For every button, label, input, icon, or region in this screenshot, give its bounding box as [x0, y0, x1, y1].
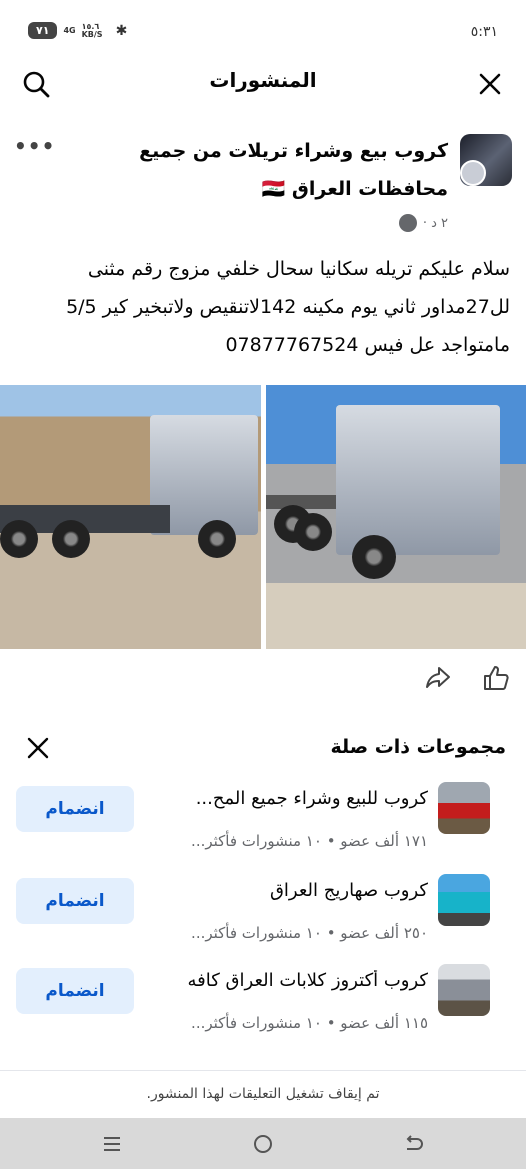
- truck-photo-right[interactable]: [265, 385, 526, 649]
- page-title: المنشورات: [209, 68, 317, 92]
- group-meta: ١١٥ ألف عضو • ١٠ منشورات فأكثر...: [191, 1014, 428, 1032]
- scroll-fade: [0, 1052, 526, 1070]
- group-avatar[interactable]: [438, 964, 490, 1016]
- share-icon[interactable]: [420, 660, 456, 696]
- list-item[interactable]: كروب صهاريج العراق ٢٥٠ ألف عضو • ١٠ منشو…: [0, 874, 526, 952]
- like-icon[interactable]: [478, 660, 514, 696]
- join-button[interactable]: انضمام: [16, 786, 134, 832]
- bluetooth-icon: ✱: [115, 22, 128, 39]
- back-icon[interactable]: [394, 1126, 434, 1162]
- network-type: 4G: [63, 25, 76, 35]
- group-meta: ١٧١ ألف عضو • ١٠ منشورات فأكثر...: [191, 832, 428, 850]
- status-bar: ٧١ 4G ١٥.٦ KB/S ✱ ٥:٣١: [0, 0, 526, 66]
- post-text: سلام عليكم تريله سكانيا سحال خلفي مزوج ر…: [66, 258, 510, 356]
- battery-indicator: ٧١: [28, 22, 58, 39]
- more-options-icon[interactable]: •••: [14, 134, 55, 158]
- close-icon[interactable]: [22, 732, 54, 764]
- post-photos: [0, 385, 526, 649]
- post-meta: ٢ د ·: [398, 214, 448, 232]
- group-name[interactable]: كروب للبيع وشراء جميع المح...: [158, 788, 428, 809]
- globe-icon: [398, 214, 417, 232]
- group-avatar[interactable]: [460, 134, 512, 186]
- truck-photo-left[interactable]: [0, 385, 261, 649]
- system-nav-bar: [0, 1118, 526, 1169]
- list-item[interactable]: كروب للبيع وشراء جميع المح... ١٧١ ألف عض…: [0, 782, 526, 860]
- network-indicator: 4G: [63, 25, 76, 35]
- group-name[interactable]: كروب بيع وشراء تريلات من جميع محافظات ال…: [68, 132, 448, 208]
- page-header: المنشورات: [0, 66, 526, 102]
- group-avatar[interactable]: [438, 782, 490, 834]
- status-icons: ٧١ 4G ١٥.٦ KB/S ✱: [28, 22, 127, 39]
- group-meta: ٢٥٠ ألف عضو • ١٠ منشورات فأكثر...: [191, 924, 428, 942]
- group-name[interactable]: كروب أكتروز كلابات العراق كافه: [158, 970, 428, 991]
- related-groups-title: مجموعات ذات صلة: [330, 736, 506, 758]
- post-time: ٢ د ·: [422, 215, 448, 231]
- author-avatar[interactable]: [460, 160, 486, 186]
- status-time: ٥:٣١: [470, 24, 498, 40]
- close-icon[interactable]: [472, 66, 508, 102]
- join-button[interactable]: انضمام: [16, 878, 134, 924]
- comments-disabled-notice: تم إيقاف تشغيل التعليقات لهذا المنشور.: [0, 1070, 526, 1118]
- group-name[interactable]: كروب صهاريج العراق: [158, 880, 428, 901]
- post-actions: [0, 660, 526, 696]
- group-avatar[interactable]: [438, 874, 490, 926]
- list-item[interactable]: كروب أكتروز كلابات العراق كافه ١١٥ ألف ع…: [0, 964, 526, 1042]
- recent-apps-icon[interactable]: [92, 1126, 132, 1162]
- post-header: كروب بيع وشراء تريلات من جميع محافظات ال…: [0, 130, 526, 240]
- join-button[interactable]: انضمام: [16, 968, 134, 1014]
- speed-indicator: ١٥.٦ KB/S: [81, 21, 103, 39]
- home-icon[interactable]: [243, 1126, 283, 1162]
